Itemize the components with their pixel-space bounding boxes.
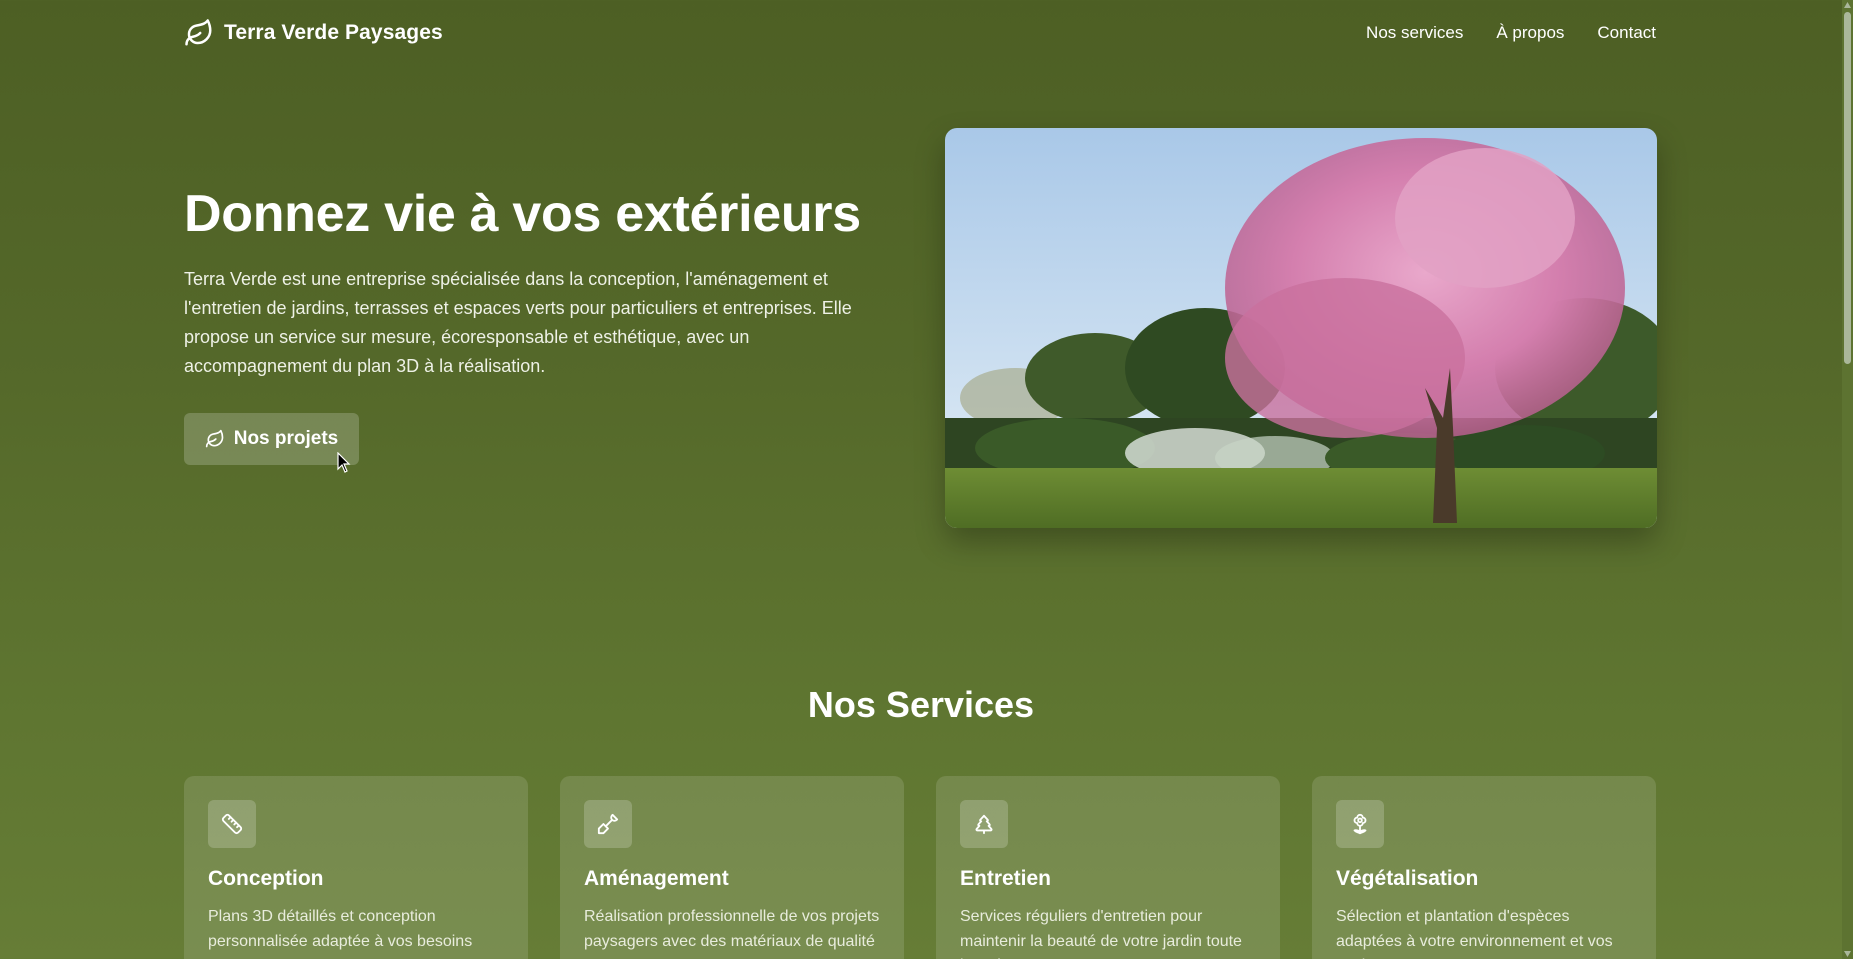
projects-button[interactable]: Nos projets (184, 413, 359, 465)
service-card-title: Aménagement (584, 867, 729, 890)
card-icon-box (584, 800, 632, 848)
garden-photo (945, 128, 1657, 528)
hero-description: Terra Verde est une entreprise spécialis… (184, 269, 852, 376)
site-header: Terra Verde Paysages Nos services À prop… (184, 14, 1656, 52)
flower-icon (1353, 813, 1367, 835)
scroll-up-arrow-icon[interactable] (1844, 2, 1851, 8)
projects-button-label: Nos projets (233, 428, 339, 449)
main-nav: Nos services À propos Contact (1366, 23, 1656, 43)
services-cards: Conception Plans 3D détaillés et concept… (184, 776, 1656, 959)
service-card-description: Services réguliers d'entretien pour main… (960, 908, 1242, 959)
card-icon-box (1336, 800, 1384, 848)
service-card-title: Entretien (960, 867, 1052, 890)
nav-link-contact[interactable]: Contact (1597, 23, 1656, 43)
nav-link-about[interactable]: À propos (1496, 23, 1564, 43)
ruler-icon (221, 813, 243, 835)
leaf-icon (185, 19, 212, 46)
service-card-description: Sélection et plantation d'espèces adapté… (1336, 908, 1613, 959)
hero-garden-image (945, 128, 1657, 528)
service-card-title: Conception (208, 867, 324, 890)
scroll-down-arrow-icon[interactable] (1844, 951, 1851, 957)
brand-logo-link[interactable]: Terra Verde Paysages (184, 18, 443, 48)
card-icon-box (208, 800, 256, 848)
landing-page: Terra Verde Paysages Nos services À prop… (0, 0, 1842, 959)
service-card-description: Réalisation professionnelle de vos proje… (584, 908, 880, 950)
scrollbar-thumb[interactable] (1844, 12, 1851, 364)
service-card: Entretien Services réguliers d'entretien… (936, 776, 1280, 959)
services-title: Nos Services (807, 684, 1035, 725)
leaf-icon (205, 429, 224, 448)
service-card: Végétalisation Sélection et plantation d… (1312, 776, 1656, 959)
tree-icon (975, 814, 993, 835)
card-icon-box (960, 800, 1008, 848)
nav-link-services[interactable]: Nos services (1366, 23, 1463, 43)
mouse-cursor-icon (337, 452, 351, 473)
service-card-description: Plans 3D détaillés et conception personn… (208, 908, 473, 950)
shovel-icon (597, 813, 619, 835)
brand-name: Terra Verde Paysages (224, 21, 443, 44)
service-card: Aménagement Réalisation professionnelle … (560, 776, 904, 959)
hero-title: Donnez vie à vos extérieurs (184, 185, 861, 243)
service-card: Conception Plans 3D détaillés et concept… (184, 776, 528, 959)
service-card-title: Végétalisation (1336, 867, 1479, 890)
vertical-scrollbar[interactable] (1842, 0, 1853, 959)
